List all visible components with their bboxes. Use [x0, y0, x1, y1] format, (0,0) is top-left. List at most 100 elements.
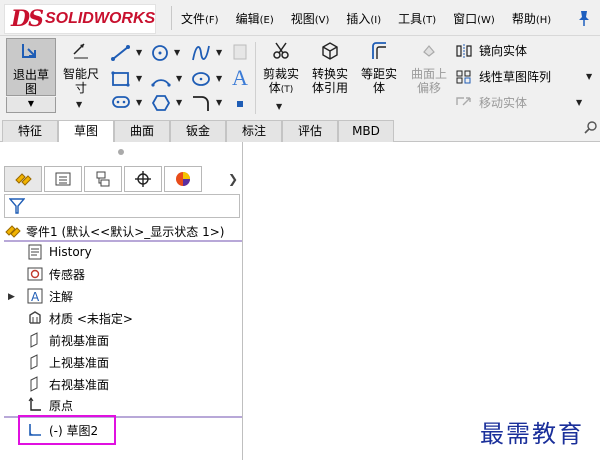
menu-edit[interactable]: 编辑(E) [231, 10, 279, 27]
smart-dimension-button[interactable]: 智能尺 寸 [58, 38, 104, 96]
trim-entities-icon [273, 42, 289, 59]
tree-item-origin[interactable]: 原点 [26, 395, 73, 415]
tree-item-label: 右视基准面 [49, 377, 110, 392]
tree-item-annotations[interactable]: A 注解 [26, 286, 73, 306]
tree-item-label: 传感器 [49, 267, 86, 282]
tree-item-front-plane[interactable]: 前视基准面 [26, 330, 109, 350]
circle-icon[interactable] [150, 43, 170, 63]
tab-sketch[interactable]: 草图 [58, 120, 114, 143]
menu-view[interactable]: 视图(V) [286, 10, 335, 27]
polygon-dropdown[interactable]: ▼ [176, 98, 182, 107]
tree-item-label: 注解 [49, 289, 74, 304]
trim-entities-label: 剪裁实 体(T) [262, 67, 299, 95]
text-tool-icon[interactable]: A [232, 65, 248, 91]
ellipse-dropdown[interactable]: ▼ [216, 74, 222, 83]
trim-dropdown[interactable]: ▼ [276, 102, 282, 111]
menu-help[interactable]: 帮助(H) [507, 10, 556, 27]
exit-sketch-icon [22, 44, 36, 58]
annotations-expand-arrow[interactable]: ▶ [8, 292, 15, 302]
point-icon[interactable] [234, 98, 246, 110]
panel-tabs: ❯ [4, 166, 240, 192]
menu-tools[interactable]: 工具(T) [393, 10, 441, 27]
panel-tabs-scroll-right[interactable]: ❯ [228, 172, 238, 186]
exit-sketch-dropdown[interactable]: ▼ [6, 97, 56, 113]
menu-window[interactable]: 窗口(W) [448, 10, 500, 27]
tree-item-label: 材质 <未指定> [49, 311, 133, 326]
circle-dropdown[interactable]: ▼ [174, 48, 180, 57]
arc-dropdown[interactable]: ▼ [176, 74, 182, 83]
svg-text:A: A [31, 290, 40, 304]
polygon-icon[interactable] [150, 93, 172, 113]
tab-configuration-manager[interactable] [84, 166, 122, 192]
fillet-icon[interactable] [190, 93, 212, 113]
graphics-area[interactable] [244, 142, 600, 460]
tree-item-right-plane[interactable]: 右视基准面 [26, 374, 109, 394]
menu-file[interactable]: 文件(F) [176, 10, 224, 27]
tree-item-history[interactable]: History [26, 242, 92, 262]
tree-item-sensors[interactable]: 传感器 [26, 264, 85, 284]
part-root-node[interactable]: 零件1 (默认<<默认>_显示状态 1>) [4, 220, 240, 242]
tree-filter-bar[interactable] [4, 194, 240, 218]
tab-mbd[interactable]: MBD [338, 120, 394, 142]
tree-item-top-plane[interactable]: 上视基准面 [26, 352, 109, 372]
rectangle-dropdown[interactable]: ▼ [136, 74, 142, 83]
tab-surfaces[interactable]: 曲面 [114, 120, 170, 142]
linear-pattern-dropdown[interactable]: ▼ [586, 72, 592, 81]
solidworks-logo[interactable]: DS SOLIDWORKS [4, 4, 156, 34]
menu-insert[interactable]: 插入(I) [341, 10, 386, 27]
part-icon [5, 225, 21, 238]
tab-sheet-metal[interactable]: 钣金 [170, 120, 226, 142]
tab-evaluate[interactable]: 评估 [282, 120, 338, 142]
tree-item-label: History [49, 245, 92, 259]
tab-dimxpert-manager[interactable] [124, 166, 162, 192]
exit-sketch-button[interactable]: 退出草 图 [6, 38, 56, 96]
tab-display-manager[interactable] [164, 166, 202, 192]
tab-property-manager[interactable] [44, 166, 82, 192]
panel-grip-handle[interactable] [118, 149, 124, 155]
offset-entities-label: 等距实 体 [360, 67, 397, 95]
part-root-label: 零件1 (默认<<默认>_显示状态 1>) [26, 224, 225, 239]
offset-entities-button[interactable]: 等距实 体 [356, 38, 402, 96]
mirror-entities-icon [456, 43, 472, 58]
plane-icon [26, 331, 44, 349]
trim-entities-button[interactable]: 剪裁实 体(T) [258, 38, 304, 96]
tab-features[interactable]: 特征 [2, 120, 58, 142]
fillet-dropdown[interactable]: ▼ [216, 98, 222, 107]
spline-dropdown[interactable]: ▼ [216, 48, 222, 57]
smart-dimension-dropdown[interactable]: ▼ [76, 100, 82, 109]
sensor-icon [26, 265, 44, 283]
slot-dropdown[interactable]: ▼ [136, 98, 142, 107]
toolbar-separator [255, 42, 256, 114]
history-icon [26, 243, 44, 261]
sketch-picture-icon[interactable] [232, 42, 248, 62]
tab-feature-manager[interactable] [4, 166, 42, 192]
linear-pattern-button[interactable]: 线性草图阵列 [455, 68, 551, 85]
feature-manager-icon [15, 173, 32, 186]
search-icon[interactable] [584, 121, 598, 135]
solidworks-window: DS SOLIDWORKS 文件(F) 编辑(E) 视图(V) 插入(I) 工具… [0, 0, 600, 460]
configuration-manager-icon [96, 171, 110, 187]
rectangle-icon[interactable] [110, 69, 132, 89]
offset-on-surface-button[interactable]: 曲面上 偏移 [404, 38, 454, 96]
material-icon [26, 309, 44, 327]
line-icon[interactable] [110, 44, 132, 62]
spline-icon[interactable] [190, 42, 212, 64]
mirror-entities-button[interactable]: 镜向实体 [455, 42, 527, 59]
line-dropdown[interactable]: ▼ [136, 48, 142, 57]
arc-icon[interactable] [150, 69, 172, 89]
display-manager-icon [176, 172, 190, 186]
origin-icon [26, 396, 44, 414]
ellipse-icon[interactable] [190, 69, 212, 89]
tree-item-material[interactable]: 材质 <未指定> [26, 308, 133, 328]
move-entities-dropdown[interactable]: ▼ [576, 98, 582, 107]
menu-separator [171, 6, 172, 30]
menu-bar: 文件(F) 编辑(E) 视图(V) 插入(I) 工具(T) 窗口(W) 帮助(H… [176, 0, 563, 36]
tab-markup[interactable]: 标注 [226, 120, 282, 142]
slot-icon[interactable] [110, 94, 132, 110]
logo-ds-mark: DS [11, 6, 44, 32]
convert-entities-button[interactable]: 转换实 体引用 [306, 38, 354, 96]
pin-icon[interactable] [576, 9, 592, 27]
filter-icon[interactable] [9, 197, 25, 215]
move-entities-button[interactable]: 移动实体 [455, 94, 527, 111]
linear-pattern-icon [456, 70, 471, 83]
